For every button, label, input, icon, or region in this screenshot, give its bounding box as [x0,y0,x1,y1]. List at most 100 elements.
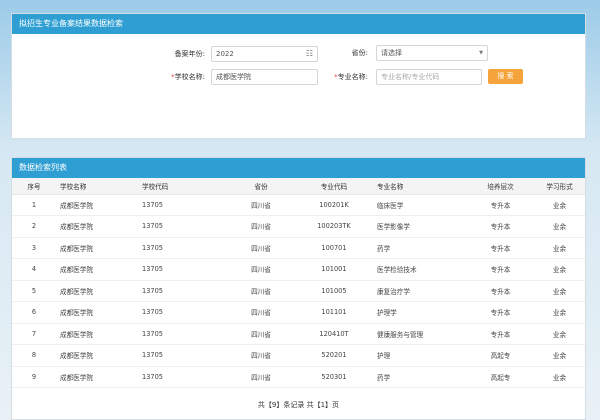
table-row: 5 成都医学院 13705 四川省 101005 康复治疗学 专升本 业余 [12,280,585,302]
row-index: 9 [12,366,56,388]
row-major-name: 医学检验技术 [369,258,467,281]
row-major-code: 100701 [299,237,369,259]
search-panel: 拟招生专业备案结果数据检索 备案年份: 2022 ☷ 省份: 请选择 ▼ *学校… [11,13,586,139]
row-index: 3 [12,237,56,259]
row-level: 专升本 [467,237,534,259]
col-index: 序号 [12,178,56,195]
row-major-name: 临床医学 [369,194,467,216]
row-index: 4 [12,258,56,281]
row-province: 四川省 [223,366,299,388]
row-major-code: 120410T [299,323,369,345]
table-row: 1 成都医学院 13705 四川省 100201K 临床医学 专升本 业余 [12,194,585,216]
row-index: 2 [12,215,56,238]
row-major-name: 健康服务与管理 [369,323,467,345]
table-row: 9 成都医学院 13705 四川省 520301 药学 高起专 业余 [12,366,585,388]
row-province: 四川省 [223,344,299,367]
row-school-code: 13705 [138,215,223,238]
col-level: 培养层次 [467,178,534,195]
province-row: 省份: 请选择 ▼ [12,45,488,61]
row-school-name: 成都医学院 [56,301,138,324]
row-school-code: 13705 [138,323,223,345]
row-major-name: 康复治疗学 [369,280,467,302]
province-label: 省份: [351,49,368,57]
row-school-name: 成都医学院 [56,366,138,388]
row-major-code: 100203TK [299,215,369,238]
row-province: 四川省 [223,194,299,216]
search-panel-title: 拟招生专业备案结果数据检索 [12,14,585,34]
row-index: 7 [12,323,56,345]
col-school-name: 学校名称 [56,178,138,195]
row-study-mode: 业余 [534,323,585,345]
row-province: 四川省 [223,323,299,345]
row-major-name: 医学影像学 [369,215,467,238]
row-level: 专升本 [467,215,534,238]
row-level: 专升本 [467,258,534,281]
row-index: 5 [12,280,56,302]
row-school-name: 成都医学院 [56,194,138,216]
table-row: 2 成都医学院 13705 四川省 100203TK 医学影像学 专升本 业余 [12,215,585,238]
row-school-name: 成都医学院 [56,258,138,281]
row-province: 四川省 [223,237,299,259]
row-study-mode: 业余 [534,366,585,388]
row-major-name: 药学 [369,237,467,259]
dropdown-arrow-icon[interactable]: ▼ [479,46,483,60]
table-row: 3 成都医学院 13705 四川省 100701 药学 专升本 业余 [12,237,585,259]
row-index: 8 [12,344,56,367]
row-level: 专升本 [467,280,534,302]
row-province: 四川省 [223,215,299,238]
row-school-name: 成都医学院 [56,323,138,345]
row-major-name: 药学 [369,366,467,388]
row-school-code: 13705 [138,237,223,259]
col-major-name: 专业名称 [369,178,467,195]
row-major-code: 520201 [299,344,369,367]
row-major-code: 101101 [299,301,369,324]
row-major-code: 101001 [299,258,369,281]
row-level: 高起专 [467,344,534,367]
row-major-code: 100201K [299,194,369,216]
row-level: 专升本 [467,194,534,216]
row-level: 高起专 [467,366,534,388]
province-value: 请选择 [381,49,402,57]
major-row: *专业名称: 专业名称/专业代码 [12,69,482,85]
row-major-name: 护理学 [369,301,467,324]
row-school-code: 13705 [138,194,223,216]
row-major-name: 护理 [369,344,467,367]
row-study-mode: 业余 [534,301,585,324]
province-select[interactable]: 请选择 ▼ [376,45,488,61]
row-level: 专升本 [467,323,534,345]
row-level: 专升本 [467,301,534,324]
col-major-code: 专业代码 [299,178,369,195]
search-button[interactable]: 搜 索 [488,69,523,84]
table-row: 4 成都医学院 13705 四川省 101001 医学检验技术 专升本 业余 [12,258,585,281]
major-input[interactable]: 专业名称/专业代码 [376,69,482,85]
row-study-mode: 业余 [534,237,585,259]
col-school-code: 学校代码 [138,178,223,195]
row-school-code: 13705 [138,366,223,388]
row-school-code: 13705 [138,344,223,367]
row-study-mode: 业余 [534,280,585,302]
table-row: 8 成都医学院 13705 四川省 520201 护理 高起专 业余 [12,344,585,367]
results-table: 序号 学校名称 学校代码 省份 专业代码 专业名称 培养层次 学习形式 1 成都医… [12,178,585,388]
row-study-mode: 业余 [534,215,585,238]
table-header-row: 序号 学校名称 学校代码 省份 专业代码 专业名称 培养层次 学习形式 [12,178,585,195]
row-province: 四川省 [223,301,299,324]
row-study-mode: 业余 [534,258,585,281]
row-school-code: 13705 [138,301,223,324]
table-row: 6 成都医学院 13705 四川省 101101 护理学 专升本 业余 [12,301,585,324]
row-province: 四川省 [223,258,299,281]
row-major-code: 101005 [299,280,369,302]
major-label: *专业名称: [334,73,368,81]
pagination-summary: 共【9】条记录 共【1】页 [257,401,340,409]
col-province: 省份 [223,178,299,195]
col-study-mode: 学习形式 [534,178,585,195]
row-province: 四川省 [223,280,299,302]
row-index: 1 [12,194,56,216]
row-school-code: 13705 [138,258,223,281]
row-study-mode: 业余 [534,344,585,367]
row-major-code: 520301 [299,366,369,388]
table-row: 7 成都医学院 13705 四川省 120410T 健康服务与管理 专升本 业余 [12,323,585,345]
results-body: 1 成都医学院 13705 四川省 100201K 临床医学 专升本 业余 2 成都医学院 1370… [12,194,585,388]
row-school-name: 成都医学院 [56,237,138,259]
row-school-code: 13705 [138,280,223,302]
results-panel-title: 数据检索列表 [12,158,585,178]
